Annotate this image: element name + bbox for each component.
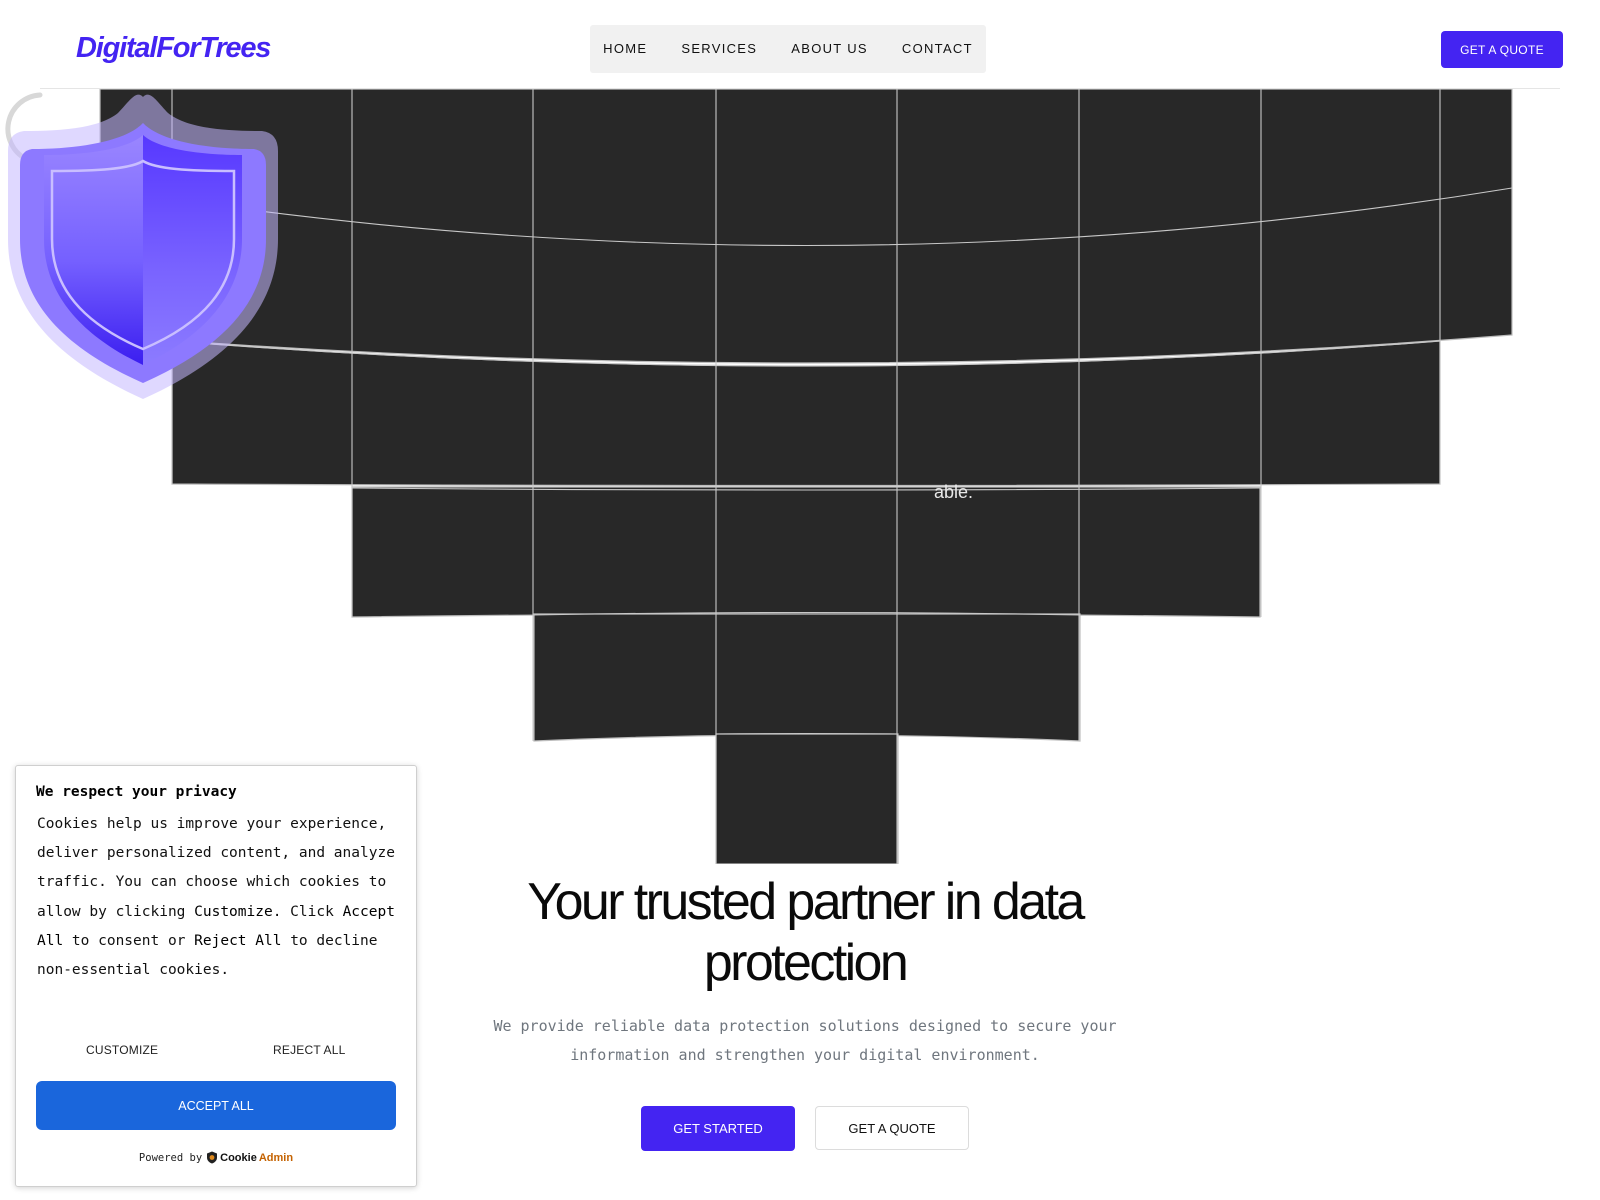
cookieadmin-brand-part2: Admin — [258, 1151, 294, 1164]
cookieadmin-logo[interactable]: Cookie Admin — [206, 1151, 293, 1164]
cookie-text-part: to consent or — [63, 932, 195, 949]
obscured-hero-text: able. — [934, 482, 974, 502]
cookie-reject-all-button[interactable]: REJECT ALL — [273, 1043, 345, 1057]
nav-about-us[interactable]: ABOUT US — [774, 25, 885, 73]
cookieadmin-brand-part1: Cookie — [220, 1151, 257, 1164]
cookie-banner-text: Cookies help us improve your experience,… — [37, 810, 397, 985]
grid-row-1 — [99, 89, 1513, 364]
hero-get-a-quote-button[interactable]: GET A QUOTE — [815, 1106, 969, 1150]
grid-row-4 — [533, 613, 1081, 742]
hero-subtitle: We provide reliable data protection solu… — [493, 1017, 1117, 1064]
logo[interactable]: DigitalForTrees — [76, 30, 271, 66]
nav-contact[interactable]: CONTACT — [885, 25, 990, 73]
cookieadmin-shield-icon — [207, 1151, 218, 1164]
cookie-accept-all-button[interactable]: ACCEPT ALL — [36, 1081, 396, 1130]
cookie-customize-button[interactable]: CUSTOMIZE — [86, 1043, 158, 1057]
main-nav: HOME SERVICES ABOUT US CONTACT — [590, 25, 986, 73]
cookie-text-reject: Reject All — [194, 932, 282, 949]
cookie-text-customize: Customize — [194, 903, 273, 920]
get-started-button[interactable]: GET STARTED — [641, 1106, 795, 1151]
grid-tiles — [99, 89, 1513, 864]
site-header: DigitalForTrees HOME SERVICES ABOUT US C… — [0, 0, 1600, 89]
shield-icon — [8, 94, 278, 399]
powered-by-label: Powered by — [138, 1151, 203, 1164]
cookie-text-part: . Click — [272, 903, 343, 920]
grid-row-5 — [715, 733, 899, 864]
get-a-quote-button[interactable]: GET A QUOTE — [1441, 31, 1563, 68]
hero-graphic: able. — [0, 89, 1600, 864]
cookie-banner-title: We respect your privacy — [36, 784, 237, 800]
cookie-powered-by: Powered by Cookie Admin — [16, 1151, 416, 1164]
nav-home[interactable]: HOME — [586, 25, 664, 73]
grid-row-3 — [351, 486, 1261, 618]
cookie-consent-banner: We respect your privacy Cookies help us … — [15, 765, 417, 1187]
hero-title: Your trusted partner in data protection — [527, 873, 1085, 992]
nav-services[interactable]: SERVICES — [664, 25, 774, 73]
